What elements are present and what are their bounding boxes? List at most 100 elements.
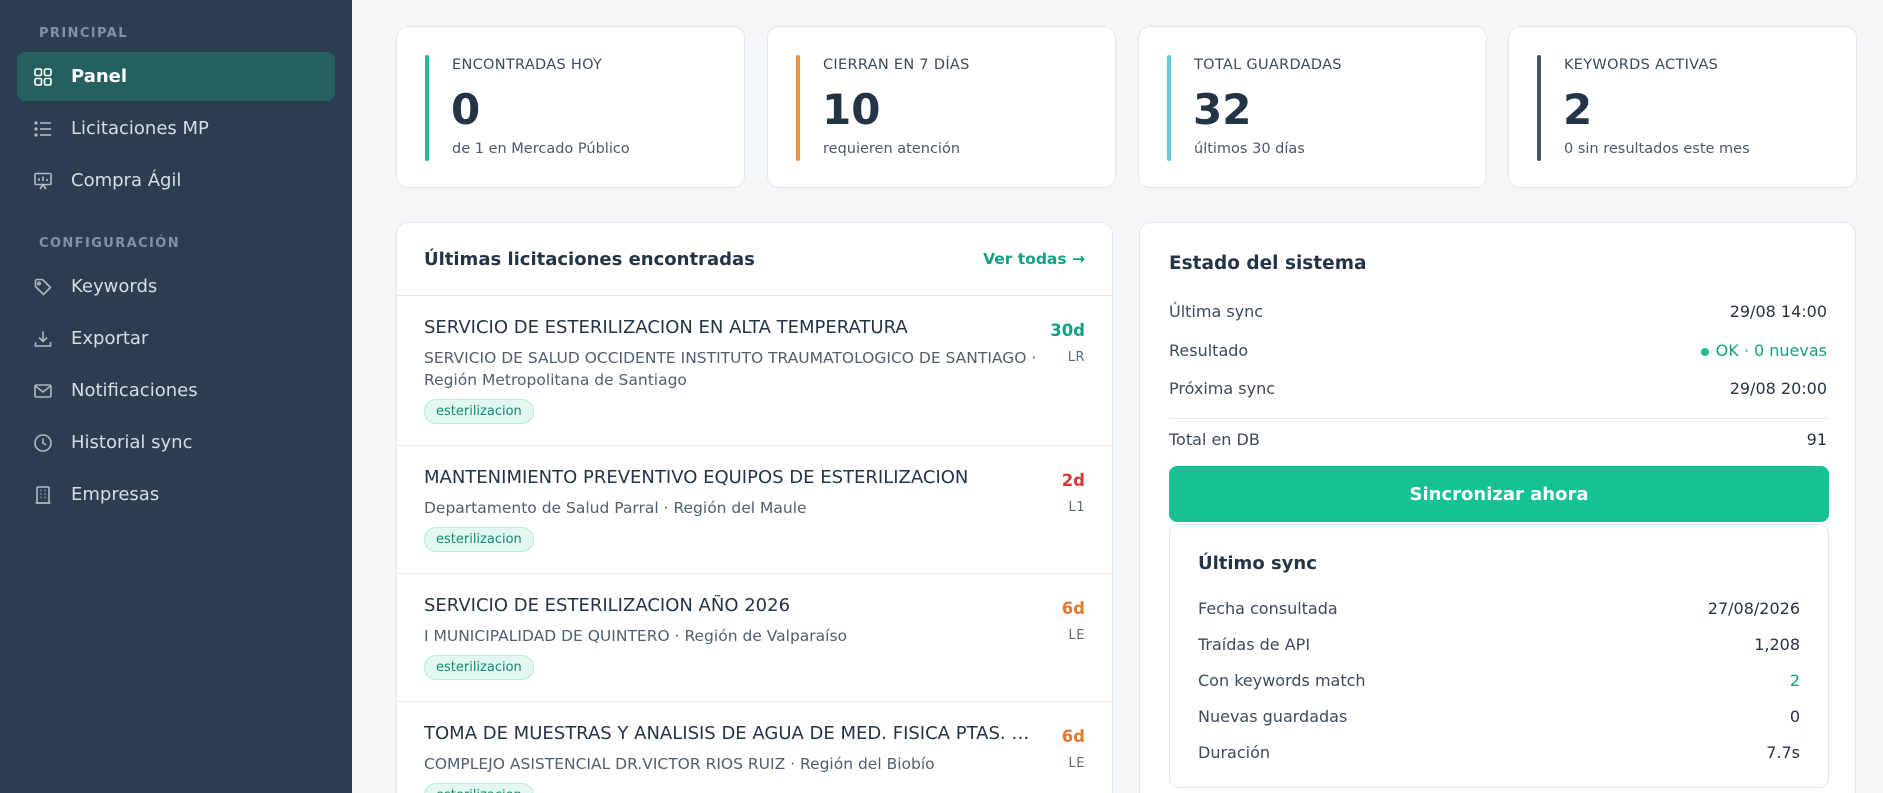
stat-card-cierran-7-dias: CIERRAN EN 7 DÍAS 10 requieren atención [767,26,1116,188]
tag-icon [33,277,53,297]
row-value: 2 [1789,671,1800,690]
sidebar-item-notificaciones[interactable]: Notificaciones [17,366,335,415]
days-remaining: 30d [1050,321,1085,340]
last-sync-row: Duración 7.7s [1198,743,1800,762]
row-value: 29/08 20:00 [1729,379,1827,398]
section-label-configuracion: CONFIGURACIÓN [39,236,180,251]
sidebar-item-empresas[interactable]: Empresas [17,470,335,519]
clock-icon [33,433,53,453]
licitacion-type: LE [1068,628,1085,643]
stat-value: 2 [1563,85,1593,134]
stat-accent-bar [1537,55,1541,161]
last-sync-row: Última sync 29/08 14:00 [1169,302,1827,321]
sidebar-item-label: Keywords [71,276,158,297]
sidebar-item-licitaciones[interactable]: Licitaciones MP [17,104,335,153]
sidebar-item-label: Exportar [71,328,149,349]
stat-value: 10 [822,85,881,134]
next-sync-row: Próxima sync 29/08 20:00 [1169,379,1827,398]
row-label: Próxima sync [1169,379,1276,398]
sidebar-item-panel[interactable]: Panel [17,52,335,101]
stat-value: 32 [1193,85,1252,134]
sidebar-item-label: Compra Ágil [71,170,182,191]
row-label: Traídas de API [1198,635,1311,654]
download-icon [33,329,53,349]
stat-accent-bar [425,55,429,161]
stat-subtext: requieren atención [823,141,961,157]
row-value: 29/08 14:00 [1729,302,1827,321]
row-value: 0 [1789,707,1800,726]
licitacion-title: MANTENIMIENTO PREVENTIVO EQUIPOS DE ESTE… [424,467,969,488]
row-value: 7.7s [1766,743,1800,762]
keyword-tag: esterilizacion [424,527,534,552]
licitacion-title: TOMA DE MUESTRAS Y ANALISIS DE AGUA DE M… [424,723,1040,744]
system-status-title: Estado del sistema [1169,253,1367,274]
keyword-tag: esterilizacion [424,783,534,793]
list-icon [33,119,53,139]
licitacion-item[interactable]: SERVICIO DE ESTERILIZACION EN ALTA TEMPE… [397,296,1112,446]
last-sync-title: Último sync [1198,553,1317,574]
view-all-link[interactable]: Ver todas → [983,250,1085,268]
sidebar-item-label: Historial sync [71,432,193,453]
licitacion-org: SERVICIO DE SALUD OCCIDENTE INSTITUTO TR… [424,349,1037,389]
result-row: Resultado OK · 0 nuevas [1169,341,1827,360]
stat-label: ENCONTRADAS HOY [452,57,603,73]
row-label: Total en DB [1169,430,1260,449]
row-label: Duración [1198,743,1271,762]
presentation-icon [33,171,53,191]
sidebar-item-label: Notificaciones [71,380,198,401]
licitacion-type: L1 [1068,500,1085,515]
licitacion-org: I MUNICIPALIDAD DE QUINTERO · Región de … [424,627,848,645]
latest-licitaciones-card: Últimas licitaciones encontradas Ver tod… [396,222,1113,793]
stat-subtext: últimos 30 días [1194,141,1305,157]
days-remaining: 6d [1061,727,1085,746]
sidebar-item-compra-agil[interactable]: Compra Ágil [17,156,335,205]
licitacion-item[interactable]: TOMA DE MUESTRAS Y ANALISIS DE AGUA DE M… [397,702,1112,793]
licitacion-item[interactable]: SERVICIO DE ESTERILIZACION AÑO 2026 I MU… [397,574,1112,702]
total-db-row: Total en DB 91 [1169,430,1827,449]
last-sync-row: Traídas de API 1,208 [1198,635,1800,654]
grid-icon [33,67,53,87]
row-value: 91 [1806,430,1827,449]
keyword-tag: esterilizacion [424,399,534,424]
sidebar: PRINCIPAL Panel Licitaciones MP Compra Á… [0,0,352,793]
sidebar-item-label: Licitaciones MP [71,118,209,139]
stat-subtext: de 1 en Mercado Público [452,141,630,157]
section-label-principal: PRINCIPAL [39,26,128,41]
building-icon [33,485,53,505]
divider [1169,418,1827,419]
licitacion-type: LE [1068,756,1085,771]
licitacion-title: SERVICIO DE ESTERILIZACION AÑO 2026 [424,595,791,616]
days-remaining: 2d [1061,471,1085,490]
stat-accent-bar [796,55,800,161]
stat-card-total-guardadas: TOTAL GUARDADAS 32 últimos 30 días [1138,26,1487,188]
licitacion-org: Departamento de Salud Parral · Región de… [424,499,807,517]
stat-subtext: 0 sin resultados este mes [1564,141,1750,157]
stat-label: KEYWORDS ACTIVAS [1564,57,1719,73]
licitacion-org: COMPLEJO ASISTENCIAL DR.VICTOR RIOS RUIZ… [424,755,935,773]
last-sync-panel: Último sync Fecha consultada 27/08/2026 … [1169,524,1829,788]
licitacion-item[interactable]: MANTENIMIENTO PREVENTIVO EQUIPOS DE ESTE… [397,446,1112,574]
row-label: Última sync [1169,302,1264,321]
sidebar-item-keywords[interactable]: Keywords [17,262,335,311]
latest-title: Últimas licitaciones encontradas [424,248,755,270]
row-label: Con keywords match [1198,671,1366,690]
last-sync-row: Fecha consultada 27/08/2026 [1198,599,1800,618]
row-value: OK · 0 nuevas [1715,341,1827,360]
licitacion-title: SERVICIO DE ESTERILIZACION EN ALTA TEMPE… [424,317,908,338]
sidebar-item-exportar[interactable]: Exportar [17,314,335,363]
keyword-tag: esterilizacion [424,655,534,680]
row-label: Resultado [1169,341,1249,360]
mail-icon [33,381,53,401]
status-dot-icon [1700,347,1709,356]
result-status: OK · 0 nuevas [1700,341,1827,360]
licitacion-type: LR [1067,350,1085,365]
sync-now-button[interactable]: Sincronizar ahora [1169,466,1829,522]
last-sync-row: Con keywords match 2 [1198,671,1800,690]
stat-accent-bar [1167,55,1171,161]
stat-card-encontradas-hoy: ENCONTRADAS HOY 0 de 1 en Mercado Públic… [396,26,745,188]
last-sync-row: Nuevas guardadas 0 [1198,707,1800,726]
days-remaining: 6d [1061,599,1085,618]
latest-header: Últimas licitaciones encontradas Ver tod… [397,223,1112,296]
stat-value: 0 [451,85,481,134]
sidebar-item-historial-sync[interactable]: Historial sync [17,418,335,467]
